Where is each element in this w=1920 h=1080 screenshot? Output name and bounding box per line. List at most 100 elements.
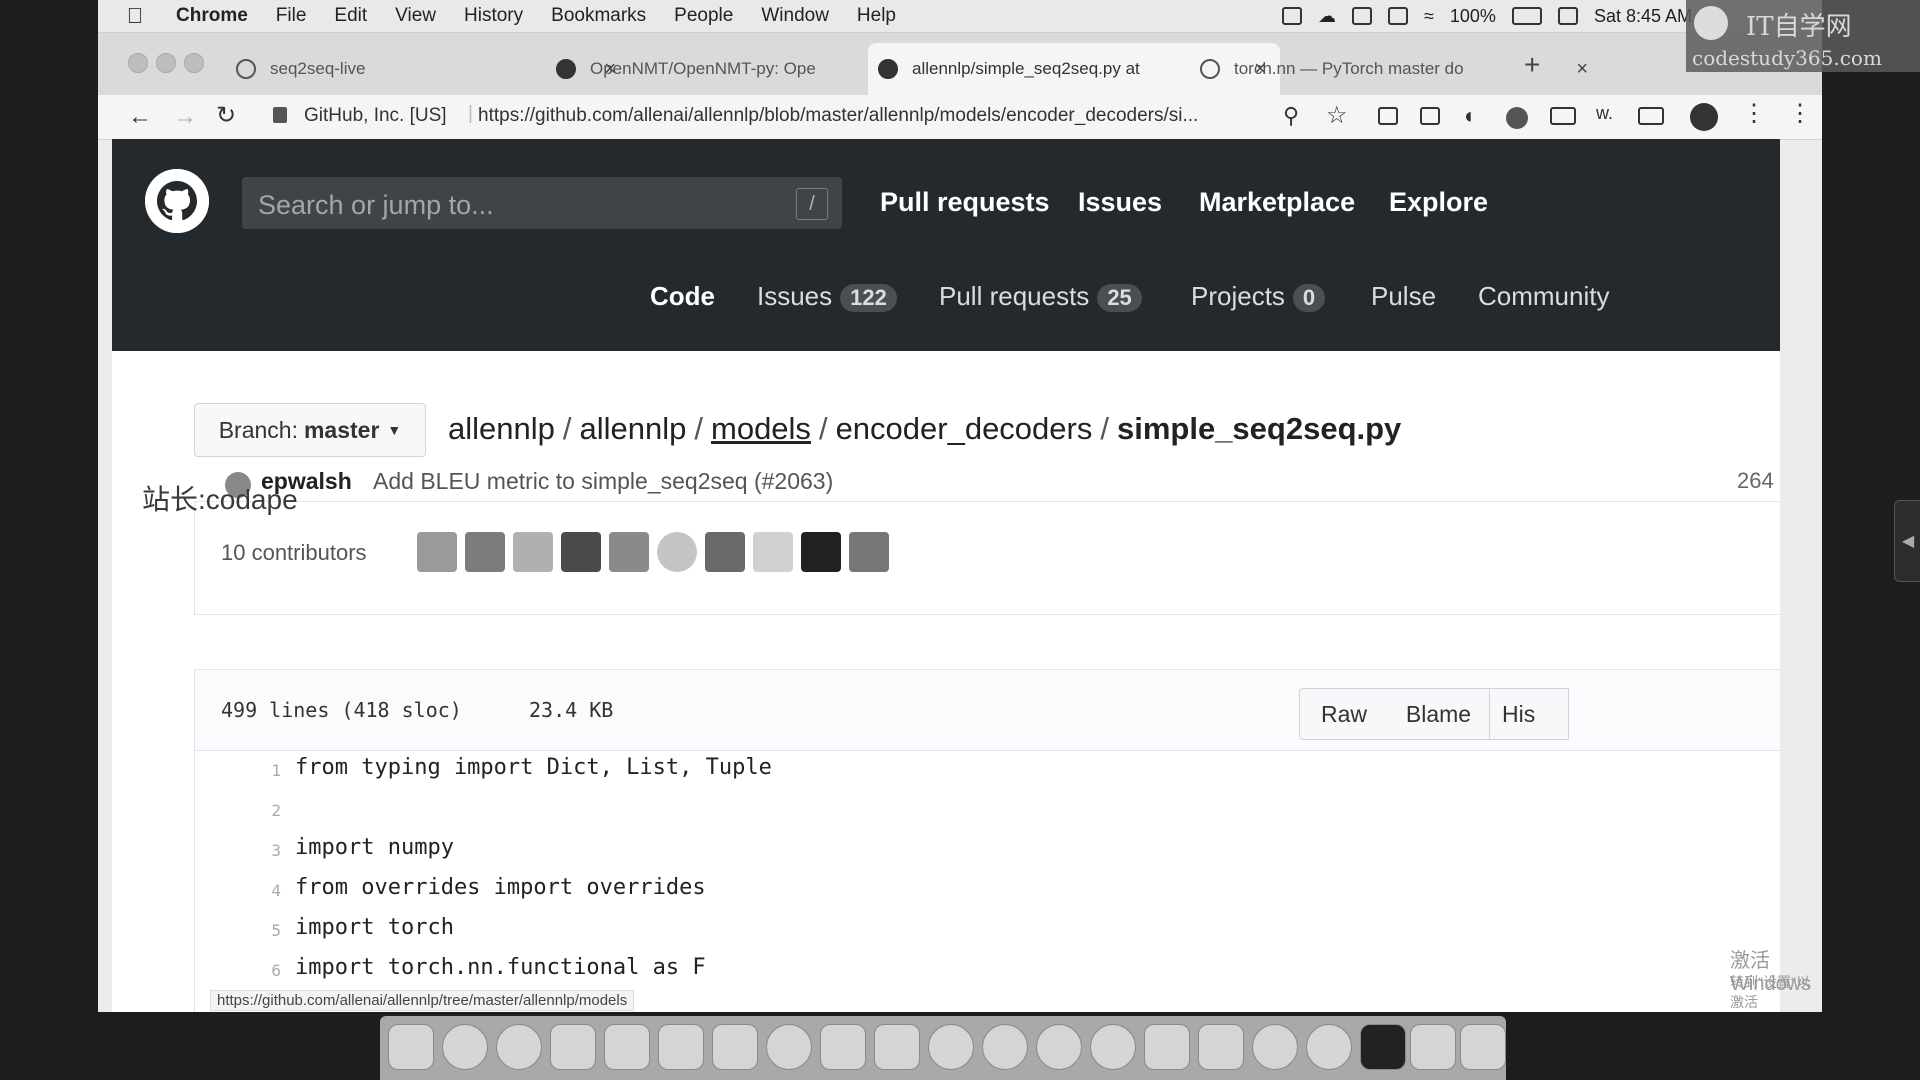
skype-status-icon[interactable]	[1557, 7, 1578, 25]
tab-issues[interactable]: Issues 122	[757, 281, 897, 312]
commit-hash[interactable]: 264	[1737, 468, 1774, 494]
line-number[interactable]: 3	[195, 841, 281, 860]
tab-pulse[interactable]: Pulse	[1371, 281, 1436, 312]
finder-icon[interactable]	[388, 1024, 434, 1070]
nav-explore[interactable]: Explore	[1389, 187, 1488, 218]
menu-help[interactable]: Help	[857, 5, 896, 27]
apple-icon[interactable]: 	[124, 3, 146, 28]
line-number[interactable]: 2	[195, 801, 281, 820]
line-number[interactable]: 6	[195, 961, 281, 980]
extension-icon[interactable]	[1506, 107, 1528, 129]
blame-button[interactable]: Blame	[1388, 688, 1490, 740]
side-panel-toggle[interactable]: ◀	[1894, 500, 1920, 582]
extension-icon[interactable]	[1420, 107, 1440, 125]
messages-icon[interactable]	[820, 1024, 866, 1070]
line-number[interactable]: 4	[195, 881, 281, 900]
window-close-button[interactable]	[128, 53, 148, 73]
photos-icon[interactable]	[712, 1024, 758, 1070]
terminal-icon[interactable]	[1360, 1024, 1406, 1070]
raw-button[interactable]: Raw	[1299, 688, 1389, 740]
tab-community[interactable]: Community	[1478, 281, 1609, 312]
contributor-avatar[interactable]	[417, 532, 457, 572]
pycharm-icon[interactable]	[1144, 1024, 1190, 1070]
clock[interactable]: Sat 8:45 AM	[1594, 6, 1692, 27]
reminders-icon[interactable]	[658, 1024, 704, 1070]
contributor-avatar[interactable]	[705, 532, 745, 572]
url-field[interactable]: https://github.com/allenai/allennlp/blob…	[478, 105, 1198, 127]
contributors-count[interactable]: 10 contributors	[221, 540, 367, 566]
site-identity[interactable]: GitHub, Inc. [US]	[304, 105, 447, 127]
contributor-avatar[interactable]	[465, 532, 505, 572]
tab-code[interactable]: Code	[650, 281, 715, 312]
search-input[interactable]: Search or jump to... /	[242, 177, 842, 229]
line-number[interactable]: 5	[195, 921, 281, 940]
wifi-icon[interactable]: ≈	[1424, 6, 1434, 27]
notes-icon[interactable]	[604, 1024, 650, 1070]
chrome-menu-icon[interactable]: ⋮	[1742, 99, 1766, 128]
breadcrumb-encoder-decoders[interactable]: encoder_decoders	[836, 411, 1093, 446]
forward-icon[interactable]: →	[173, 103, 197, 131]
system-preferences-icon[interactable]	[1036, 1024, 1082, 1070]
menu-window[interactable]: Window	[761, 5, 829, 27]
reload-icon[interactable]: ↻	[216, 101, 236, 130]
tab-projects[interactable]: Projects 0	[1191, 281, 1326, 312]
menu-view[interactable]: View	[395, 5, 436, 27]
contributor-avatar[interactable]	[561, 532, 601, 572]
battery-icon[interactable]	[1511, 7, 1542, 25]
nav-marketplace[interactable]: Marketplace	[1199, 187, 1355, 218]
cloud-app-icon[interactable]	[1410, 1024, 1456, 1070]
back-icon[interactable]: ←	[128, 103, 152, 131]
calendar-icon[interactable]	[550, 1024, 596, 1070]
opera-icon[interactable]	[1252, 1024, 1298, 1070]
menu-app-name[interactable]: Chrome	[176, 5, 248, 27]
chrome-icon[interactable]	[496, 1024, 542, 1070]
cloud-icon[interactable]: ☁	[1318, 6, 1336, 27]
line-number[interactable]: 1	[195, 761, 281, 780]
menu-bookmarks[interactable]: Bookmarks	[551, 5, 646, 27]
bookmark-star-icon[interactable]: ☆	[1326, 101, 1348, 130]
extension-icon[interactable]	[1638, 107, 1664, 125]
textedit-icon[interactable]	[874, 1024, 920, 1070]
profile-avatar[interactable]	[1690, 103, 1718, 131]
pen-tool-icon[interactable]	[1198, 1024, 1244, 1070]
extension-icon[interactable]: w.	[1596, 103, 1613, 124]
breadcrumb-models[interactable]: models	[711, 411, 811, 446]
new-tab-button[interactable]: +	[1524, 49, 1540, 81]
close-icon[interactable]: ×	[1576, 58, 1588, 81]
contributor-avatar[interactable]	[753, 532, 793, 572]
branch-select-button[interactable]: Branch: master ▼	[194, 403, 426, 457]
menu-file[interactable]: File	[276, 5, 307, 27]
trash-icon[interactable]	[1460, 1024, 1506, 1070]
extension-icon[interactable]	[1378, 107, 1398, 125]
window-zoom-button[interactable]	[184, 53, 204, 73]
skype-icon[interactable]	[1090, 1024, 1136, 1070]
network-icon[interactable]	[1306, 1024, 1352, 1070]
contributor-avatar[interactable]	[657, 532, 697, 572]
github-logo-icon[interactable]	[145, 169, 209, 233]
app-store-icon[interactable]	[982, 1024, 1028, 1070]
launchpad-icon[interactable]	[442, 1024, 488, 1070]
commit-message[interactable]: Add BLEU metric to simple_seq2seq (#2063…	[373, 468, 833, 495]
history-button[interactable]: His	[1489, 688, 1569, 740]
extension-icon[interactable]	[1550, 107, 1576, 125]
breadcrumb-allennlp[interactable]: allennlp	[580, 411, 687, 446]
extension-icon[interactable]: ◐	[1464, 103, 1477, 129]
safari-icon[interactable]	[766, 1024, 812, 1070]
menu-people[interactable]: People	[674, 5, 733, 27]
chrome-menu-icon[interactable]: ⋮	[1788, 99, 1812, 128]
contributor-avatar[interactable]	[801, 532, 841, 572]
input-method-icon[interactable]	[1388, 7, 1408, 25]
menu-history[interactable]: History	[464, 5, 523, 27]
contributor-avatar[interactable]	[513, 532, 553, 572]
screen-record-icon[interactable]	[1282, 7, 1302, 25]
tab-pull-requests[interactable]: Pull requests 25	[939, 281, 1142, 312]
app-status-icon[interactable]	[1352, 7, 1372, 25]
lock-icon[interactable]	[273, 107, 287, 123]
breadcrumb-repo[interactable]: allennlp	[448, 411, 555, 446]
nav-issues[interactable]: Issues	[1078, 187, 1162, 218]
contributor-avatar[interactable]	[849, 532, 889, 572]
contributor-avatar[interactable]	[609, 532, 649, 572]
window-minimize-button[interactable]	[156, 53, 176, 73]
books-icon[interactable]	[928, 1024, 974, 1070]
menu-edit[interactable]: Edit	[334, 5, 367, 27]
